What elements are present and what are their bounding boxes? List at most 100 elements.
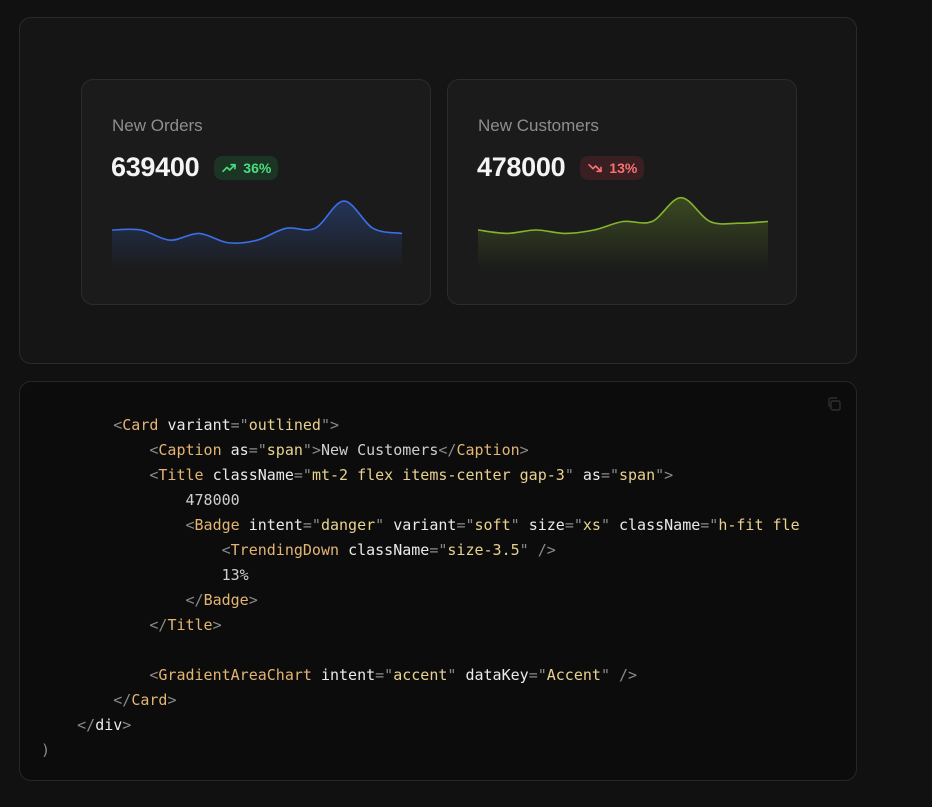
trending-down-icon [588, 163, 603, 172]
code-token: className [212, 466, 294, 484]
new-orders-card: New Orders 639400 36% [81, 79, 431, 305]
code-token: intent [320, 666, 376, 684]
chart-area-fill [478, 197, 768, 270]
badge-label: 36% [243, 159, 272, 176]
code-token: GradientAreaChart [158, 666, 312, 684]
code-token: xs [582, 516, 601, 534]
code-line: 13% [41, 563, 856, 588]
component-preview: New Orders 639400 36% New Customers 4780… [19, 17, 857, 364]
code-block: <Card variant="outlined"> <Caption as="s… [19, 381, 857, 781]
code-token: Badge [203, 591, 249, 609]
code-token: 478000 [185, 491, 240, 509]
code-token: span [619, 466, 656, 484]
code-token: as [582, 466, 601, 484]
code-token: " [600, 516, 610, 534]
code-token: > [311, 441, 321, 459]
code-token: Caption [158, 441, 222, 459]
code-token: div [95, 716, 123, 734]
code-token: > [664, 466, 674, 484]
code-line: 478000 [41, 488, 856, 513]
code-line: </Card> [41, 688, 856, 713]
code-token: New Customers [320, 441, 439, 459]
code-line: <Caption as="span">New Customers</Captio… [41, 438, 856, 463]
code-token: soft [474, 516, 511, 534]
code-lines: <Card variant="outlined"> <Caption as="s… [41, 413, 856, 763]
code-token: " [320, 416, 330, 434]
code-token: ) [41, 741, 51, 759]
code-token: size-3.5 [447, 541, 520, 559]
code-token: TrendingDown [230, 541, 340, 559]
gradient-area-chart [478, 196, 768, 270]
code-token: =" [600, 466, 619, 484]
code-token: < [113, 416, 123, 434]
code-line: <GradientAreaChart intent="accent" dataK… [41, 663, 856, 688]
code-token: < [221, 541, 231, 559]
code-line: <Title className="mt-2 flex items-center… [41, 463, 856, 488]
card-title: 478000 13% [477, 152, 645, 183]
card-title: 639400 36% [111, 152, 279, 183]
code-token: span [266, 441, 303, 459]
code-token: > [167, 691, 177, 709]
code-token: size [528, 516, 565, 534]
code-token: className [348, 541, 430, 559]
code-token: variant [167, 416, 231, 434]
code-token: > [122, 716, 132, 734]
code-token: =" [248, 441, 267, 459]
code-token: </ [438, 441, 457, 459]
code-token: className [619, 516, 701, 534]
card-caption: New Customers [478, 116, 599, 135]
code-token: Card [122, 416, 159, 434]
gradient-area-chart [112, 200, 402, 270]
code-token: < [185, 516, 195, 534]
trending-up-icon [222, 163, 237, 172]
code-token: /> [609, 666, 638, 684]
code-token: accent [393, 666, 448, 684]
code-token: =" [564, 516, 583, 534]
code-line: </Title> [41, 613, 856, 638]
code-token: " [375, 516, 385, 534]
code-line: </Badge> [41, 588, 856, 613]
code-line: <TrendingDown className="size-3.5" /> [41, 538, 856, 563]
code-line: <Card variant="outlined"> [41, 413, 856, 438]
code-token: =" [456, 516, 475, 534]
code-token: " [564, 466, 574, 484]
code-token: </ [77, 716, 96, 734]
code-token: </ [185, 591, 204, 609]
code-token: =" [375, 666, 394, 684]
code-token: 13% [221, 566, 249, 584]
code-line: ) [41, 738, 856, 763]
card-value: 639400 [111, 152, 200, 182]
code-token: =" [528, 666, 547, 684]
card-caption: New Orders [112, 116, 203, 135]
code-token: Card [131, 691, 168, 709]
code-token: outlined [248, 416, 321, 434]
code-token: =" [429, 541, 448, 559]
copy-icon[interactable] [826, 396, 842, 412]
code-token: > [519, 441, 529, 459]
code-token: =" [230, 416, 249, 434]
code-token: Badge [194, 516, 240, 534]
trend-badge: 13% [580, 155, 645, 180]
code-line: </div> [41, 713, 856, 738]
badge-label: 13% [609, 159, 638, 176]
code-token: h-fit fle [718, 516, 800, 534]
code-token: /> [528, 541, 556, 559]
code-token: Title [167, 616, 213, 634]
